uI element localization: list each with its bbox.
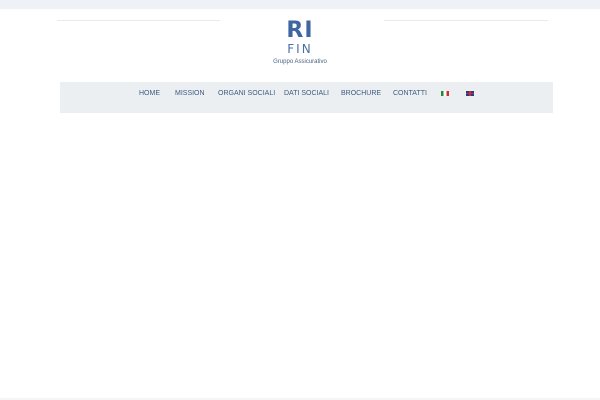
main-content (0, 113, 600, 400)
nav-item-mission[interactable]: MISSION (175, 88, 205, 100)
logo-tagline: Gruppo Assicurativo (273, 59, 327, 65)
nav-menu: HOME MISSION ORGANI SOCIALI DATI SOCIALI… (60, 88, 553, 100)
nav-item-organi-sociali[interactable]: ORGANI SOCIALI (218, 88, 275, 100)
uk-flag-icon[interactable] (466, 91, 474, 96)
nav-item-home[interactable]: HOME (139, 88, 160, 100)
logo-top-text: RI (286, 18, 314, 43)
nav-item-brochure[interactable]: BROCHURE (341, 88, 381, 100)
header-divider-left (57, 20, 220, 21)
main-navbar: HOME MISSION ORGANI SOCIALI DATI SOCIALI… (60, 82, 553, 113)
nav-item-contatti[interactable]: CONTATTI (393, 88, 427, 100)
italian-flag-icon[interactable] (441, 91, 449, 96)
logo[interactable]: RI FIN (270, 18, 330, 57)
logo-bottom-text: FIN (287, 42, 313, 56)
top-strip (0, 0, 600, 9)
nav-item-dati-sociali[interactable]: DATI SOCIALI (284, 88, 329, 100)
header-divider-right (384, 20, 548, 21)
